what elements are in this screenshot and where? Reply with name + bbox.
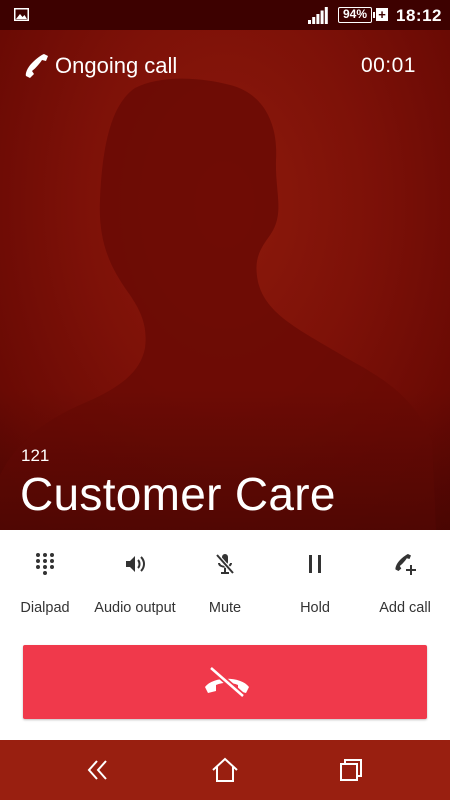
signal-icon	[308, 7, 328, 24]
add-call-icon	[395, 554, 416, 575]
call-actions-bar: Dialpad Audio output Mute Hold Add call	[0, 530, 450, 640]
speaker-icon	[126, 556, 145, 572]
dialpad-icon	[36, 553, 54, 575]
caller-photo-area: Ongoing call 00:01 121 Customer Care	[0, 30, 450, 530]
audio-output-button[interactable]: Audio output	[90, 530, 180, 640]
navigation-bar	[0, 740, 450, 800]
recents-icon[interactable]	[336, 755, 366, 785]
battery-indicator: 94%	[338, 7, 375, 23]
mic-off-icon	[215, 553, 235, 575]
dialpad-button[interactable]: Dialpad	[0, 530, 90, 640]
status-bar: 94% + 18:12	[0, 0, 450, 30]
clock: 18:12	[396, 6, 442, 25]
add-call-label: Add call	[379, 600, 431, 616]
hold-button[interactable]: Hold	[270, 530, 360, 640]
end-call-button[interactable]	[23, 645, 427, 719]
end-call-icon	[205, 665, 249, 699]
call-timer: 00:01	[360, 54, 416, 77]
caller-name: Customer Care	[20, 468, 336, 520]
add-call-button[interactable]: Add call	[360, 530, 450, 640]
back-icon[interactable]	[85, 755, 115, 785]
home-icon[interactable]	[210, 755, 240, 785]
plus-icon: +	[376, 8, 388, 21]
picture-icon	[14, 8, 29, 21]
caller-number: 121	[21, 446, 50, 465]
phone-icon	[25, 54, 48, 78]
pause-icon	[309, 555, 321, 573]
call-state: Ongoing call	[55, 53, 178, 78]
mute-button[interactable]: Mute	[180, 530, 270, 640]
